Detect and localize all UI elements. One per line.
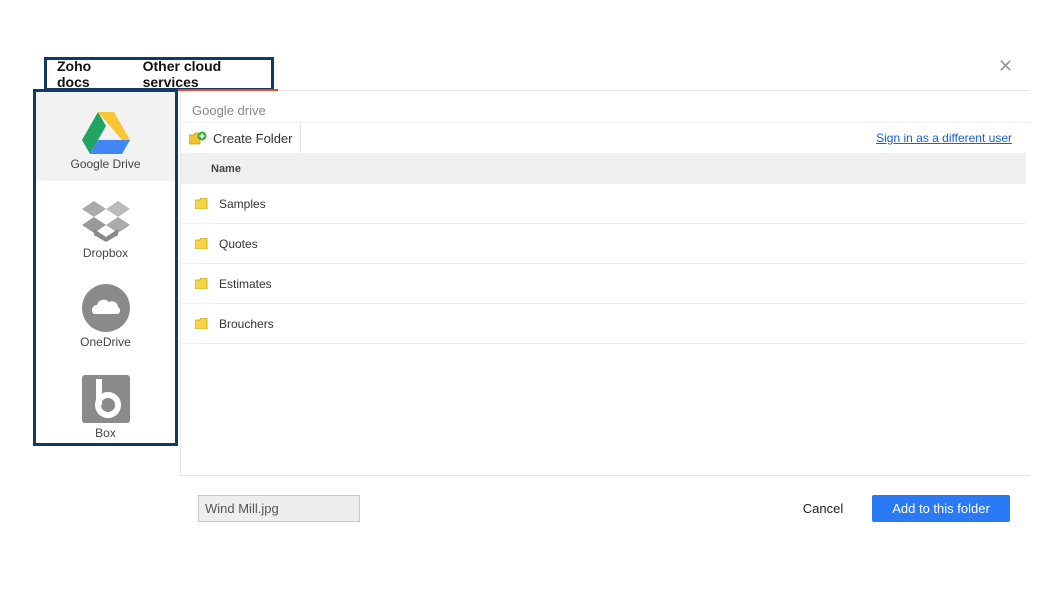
onedrive-icon <box>81 284 130 332</box>
folder-icon <box>195 278 208 289</box>
provider-sidebar: Google Drive Dropbox OneDrive Box <box>33 89 178 446</box>
column-header-name[interactable]: Name <box>181 153 1026 184</box>
folder-row[interactable]: Brouchers <box>181 304 1026 344</box>
google-drive-icon <box>81 112 130 154</box>
provider-dropbox[interactable]: Dropbox <box>36 181 175 270</box>
folder-row[interactable]: Quotes <box>181 224 1026 264</box>
provider-onedrive[interactable]: OneDrive <box>36 270 175 359</box>
provider-google-drive[interactable]: Google Drive <box>36 92 175 181</box>
close-icon[interactable]: ✕ <box>998 56 1013 77</box>
create-folder-button[interactable]: Create Folder <box>181 122 302 154</box>
toolbar: Create Folder Sign in as a different use… <box>181 122 1031 154</box>
folder-row[interactable]: Estimates <box>181 264 1026 304</box>
tab-zoho-docs[interactable]: Zoho docs <box>57 58 123 90</box>
breadcrumb: Google drive <box>192 103 266 118</box>
add-to-folder-button[interactable]: Add to this folder <box>872 495 1010 522</box>
provider-box[interactable]: Box <box>36 359 175 448</box>
folder-icon <box>195 318 208 329</box>
folder-row[interactable]: Samples <box>181 184 1026 224</box>
source-tabs: Zoho docs Other cloud services <box>44 57 274 91</box>
tab-other-cloud-services[interactable]: Other cloud services <box>143 58 271 90</box>
cancel-button[interactable]: Cancel <box>795 495 851 522</box>
filename-input[interactable] <box>198 495 360 522</box>
dropbox-icon <box>81 201 130 242</box>
box-icon <box>81 375 130 423</box>
new-folder-icon <box>189 131 207 145</box>
file-browser: Google drive Create Folder Sign in as a … <box>180 91 1031 476</box>
folder-icon <box>195 198 208 209</box>
folder-icon <box>195 238 208 249</box>
active-tab-indicator <box>178 89 278 91</box>
sign-in-different-user-link[interactable]: Sign in as a different user <box>876 131 1012 145</box>
